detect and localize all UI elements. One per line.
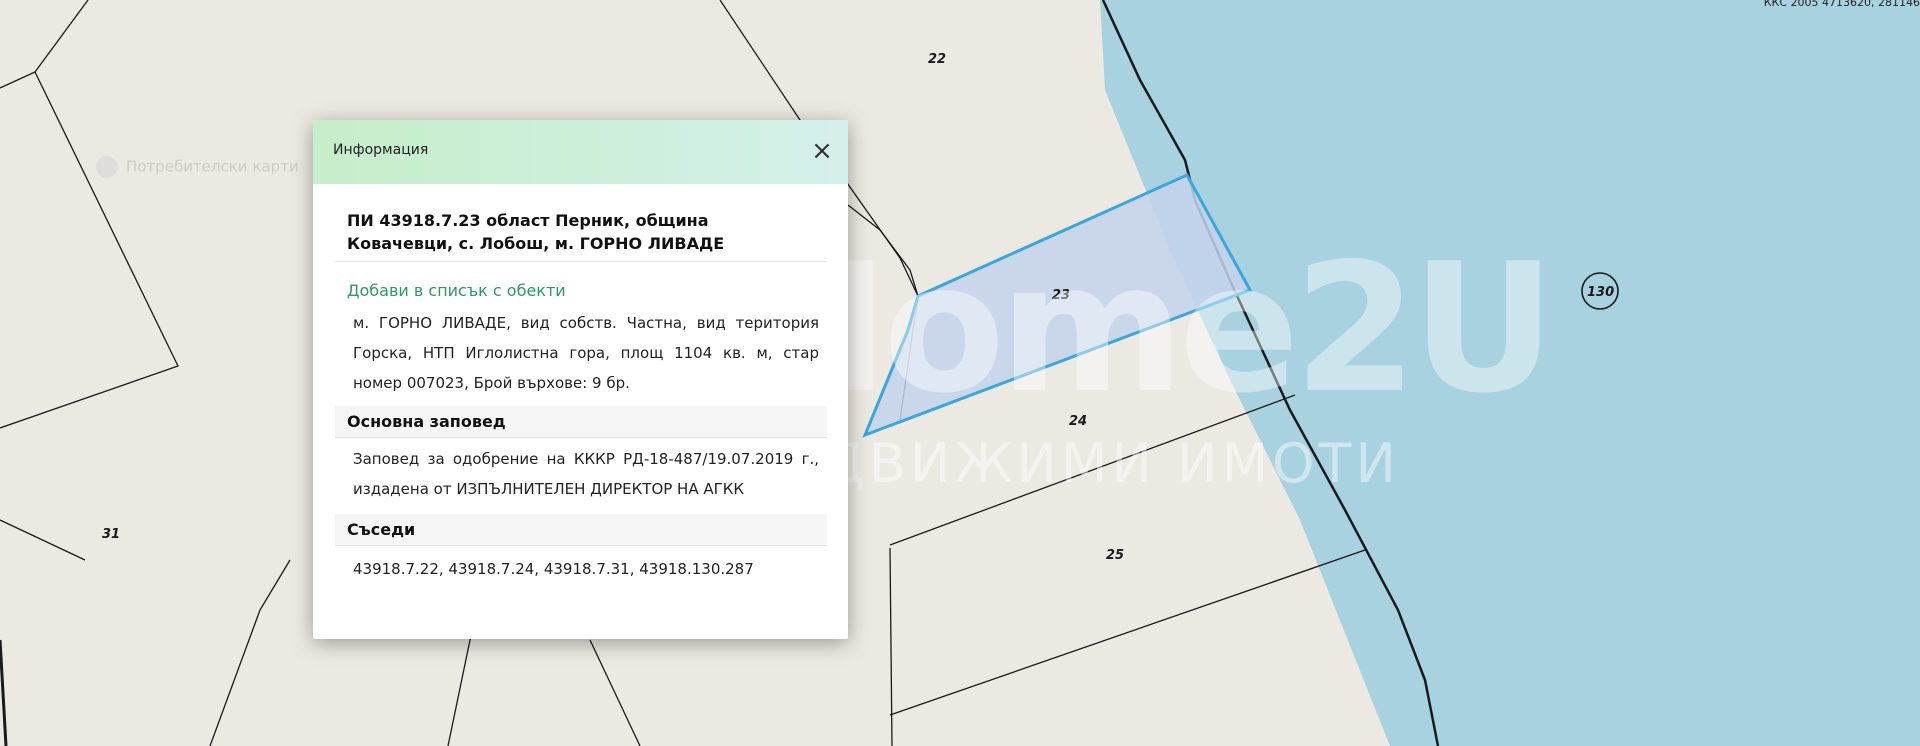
order-heading: Основна заповед (335, 406, 827, 438)
parcel-title: ПИ 43918.7.23 област Перник, община Кова… (335, 203, 827, 262)
parcel-label-23[interactable]: 23 (1052, 288, 1070, 303)
parcel-label-130[interactable]: 130 (1587, 285, 1614, 300)
faded-user-maps-control: Потребителски карти (96, 156, 299, 178)
popup-header: Информация × (313, 120, 848, 184)
parcel-description: м. ГОРНО ЛИВАДЕ, вид собств. Частна, вид… (353, 314, 819, 392)
cadastral-map[interactable]: 22 23 24 25 31 130 ККС 2005 4713620, 281… (0, 0, 1920, 746)
faded-user-maps-label: Потребителски карти (126, 157, 299, 176)
neighbours-heading: Съседи (335, 514, 827, 546)
parcel-label-24[interactable]: 24 (1069, 414, 1087, 429)
popup-body: ПИ 43918.7.23 област Перник, община Кова… (335, 203, 827, 582)
neighbours-list: 43918.7.22, 43918.7.24, 43918.7.31, 4391… (353, 560, 754, 578)
popup-title: Информация (333, 142, 429, 158)
parcel-label-22[interactable]: 22 (928, 52, 946, 67)
info-popup: Информация × ПИ 43918.7.23 област Перник… (313, 120, 848, 639)
order-text: Заповед за одобрение на КККР РД-18-487/1… (353, 450, 819, 498)
parcel-label-31[interactable]: 31 (102, 527, 120, 542)
user-maps-icon (96, 156, 118, 178)
close-button[interactable]: × (808, 137, 836, 165)
add-to-list-link[interactable]: Добави в списък с обекти (335, 262, 827, 302)
map-canvas[interactable]: 22 23 24 25 31 130 (0, 0, 1920, 746)
parcel-label-25[interactable]: 25 (1106, 548, 1124, 563)
coordinates-readout: ККС 2005 4713620, 281146 (1763, 0, 1920, 9)
